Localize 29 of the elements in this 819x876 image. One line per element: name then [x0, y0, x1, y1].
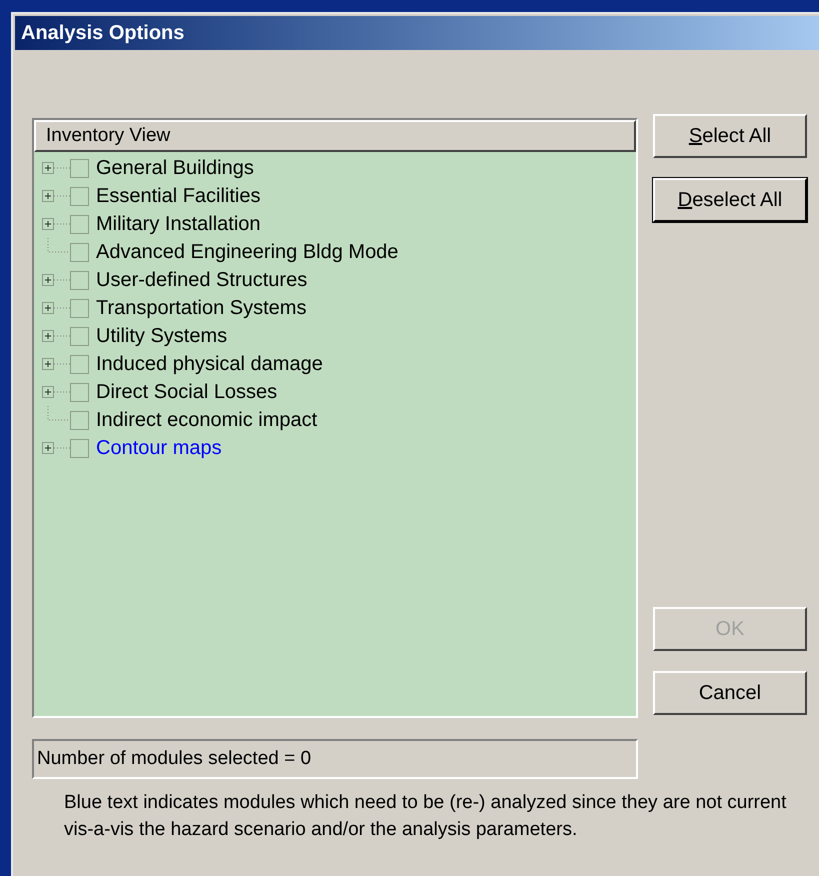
note-text: Blue text indicates modules which need to be (re-) analyzed since they are not current vis-a-vis the hazard scenario and/or the analysis parameters.	[63, 791, 788, 842]
tree-item-label[interactable]: Indirect economic impact	[96, 405, 318, 435]
tree-item-label[interactable]: User-defined Structures	[96, 265, 308, 295]
checkbox[interactable]	[70, 270, 89, 290]
checkbox[interactable]	[70, 326, 89, 346]
tree-item-label[interactable]: Advanced Engineering Bldg Mode	[96, 237, 398, 267]
checkbox[interactable]	[70, 242, 89, 262]
tree-item-label[interactable]: Military Installation	[96, 209, 261, 239]
checkbox[interactable]	[70, 354, 89, 374]
tree-item-label[interactable]: General Buildings	[96, 153, 254, 183]
status-field: Number of modules selected = 0	[32, 739, 638, 779]
checkbox[interactable]	[70, 438, 89, 458]
tree-item-label[interactable]: Transportation Systems	[96, 293, 306, 323]
tree-item-label[interactable]: Essential Facilities	[96, 181, 261, 211]
tree-item-label[interactable]: Utility Systems	[96, 321, 228, 351]
dialog-button[interactable]: Cancel	[653, 671, 807, 715]
tree-item-label[interactable]: Contour maps	[96, 433, 222, 463]
checkbox[interactable]	[70, 298, 89, 318]
tree-item-label[interactable]: Direct Social Losses	[96, 377, 278, 407]
checkbox[interactable]	[70, 214, 89, 234]
column-header: Inventory View	[34, 120, 636, 152]
tree-item-label[interactable]: Induced physical damage	[96, 349, 323, 379]
checkbox[interactable]	[70, 158, 89, 178]
checkbox[interactable]	[70, 186, 89, 206]
window-title: Analysis Options	[21, 21, 184, 46]
dialog-button[interactable]: Deselect All	[653, 178, 807, 222]
dialog-button[interactable]: Select All	[653, 114, 807, 158]
checkbox[interactable]	[70, 382, 89, 402]
checkbox[interactable]	[70, 410, 89, 430]
